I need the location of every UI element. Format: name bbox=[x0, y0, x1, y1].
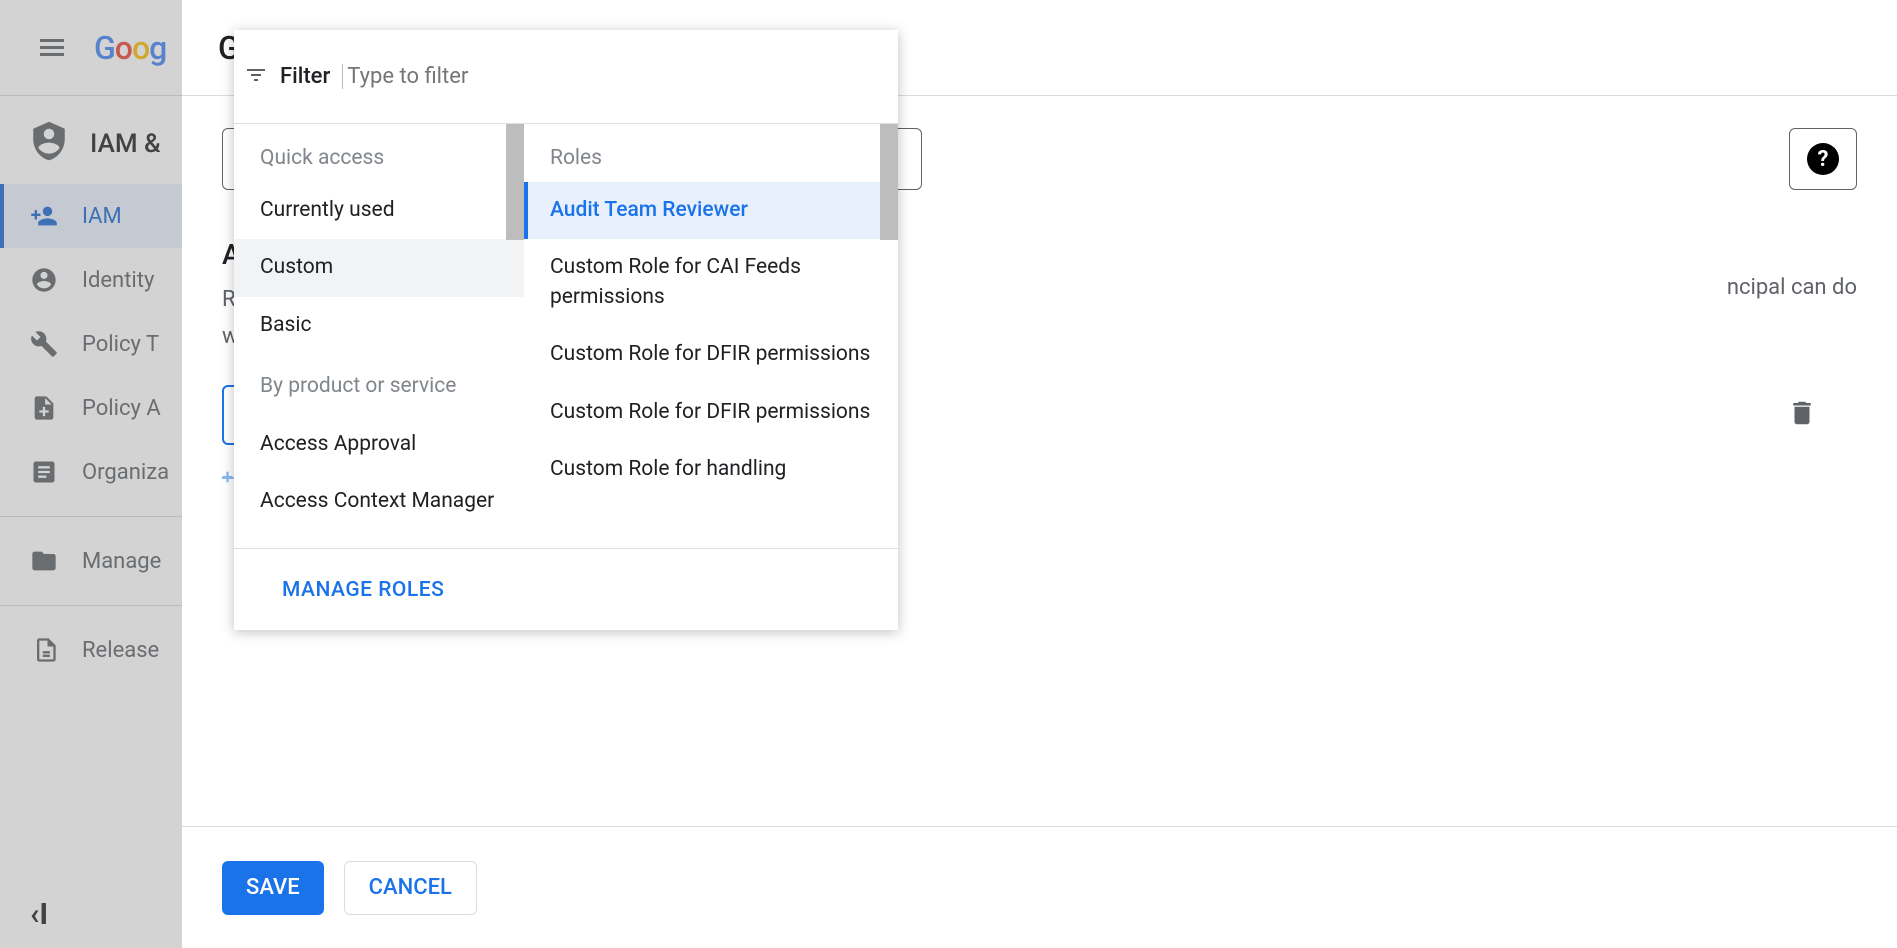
section-desc-right: ncipal can do bbox=[1727, 271, 1857, 353]
role-audit-team-reviewer[interactable]: Audit Team Reviewer bbox=[524, 182, 898, 239]
google-logo[interactable]: Goog bbox=[94, 29, 166, 67]
person-add-icon bbox=[30, 202, 58, 230]
category-column: Quick access Currently used Custom Basic… bbox=[234, 124, 524, 548]
hamburger-menu-button[interactable] bbox=[28, 24, 76, 72]
sidebar-item-manage[interactable]: Manage bbox=[0, 529, 182, 593]
category-custom[interactable]: Custom bbox=[234, 239, 524, 296]
product-header[interactable]: IAM & bbox=[0, 104, 182, 184]
by-product-header: By product or service bbox=[234, 354, 524, 415]
category-access-approval[interactable]: Access Approval bbox=[234, 416, 524, 473]
filter-row: Filter bbox=[234, 30, 898, 124]
role-dfir-1[interactable]: Custom Role for DFIR permissions bbox=[524, 326, 898, 383]
sidebar: IAM & IAM Identity Policy T Policy A Org… bbox=[0, 96, 182, 948]
policy-icon bbox=[30, 394, 58, 422]
sidebar-item-iam[interactable]: IAM bbox=[0, 184, 182, 248]
sidebar-label: Policy T bbox=[82, 332, 159, 357]
role-dfir-2[interactable]: Custom Role for DFIR permissions bbox=[524, 384, 898, 441]
article-icon bbox=[30, 458, 58, 486]
sidebar-divider bbox=[0, 605, 182, 606]
hamburger-icon bbox=[40, 35, 64, 60]
help-icon: ? bbox=[1807, 143, 1839, 175]
product-label: IAM & bbox=[90, 129, 161, 159]
shield-icon bbox=[28, 120, 70, 169]
footer: SAVE CANCEL bbox=[182, 826, 1897, 948]
collapse-sidebar-button[interactable]: ‹I bbox=[30, 897, 48, 932]
sidebar-item-release[interactable]: Release bbox=[0, 618, 182, 682]
sidebar-item-policy-a[interactable]: Policy A bbox=[0, 376, 182, 440]
save-button[interactable]: SAVE bbox=[222, 861, 324, 915]
cancel-button[interactable]: CANCEL bbox=[344, 861, 477, 915]
account-circle-icon bbox=[30, 266, 58, 294]
sidebar-label: Identity bbox=[82, 268, 154, 293]
plus-icon: + bbox=[222, 465, 234, 489]
filter-label: Filter bbox=[280, 64, 330, 89]
sidebar-label: Manage bbox=[82, 549, 161, 574]
trash-icon bbox=[1787, 398, 1817, 428]
sidebar-label: Organiza bbox=[82, 460, 169, 485]
sidebar-label: Policy A bbox=[82, 396, 161, 421]
dropdown-footer: MANAGE ROLES bbox=[234, 548, 898, 630]
sidebar-item-policy-t[interactable]: Policy T bbox=[0, 312, 182, 376]
manage-roles-link[interactable]: MANAGE ROLES bbox=[282, 578, 444, 602]
sidebar-item-identity[interactable]: Identity bbox=[0, 248, 182, 312]
category-basic[interactable]: Basic bbox=[234, 297, 524, 354]
quick-access-header: Quick access bbox=[234, 124, 524, 182]
help-button[interactable]: ? bbox=[1789, 128, 1857, 190]
category-currently-used[interactable]: Currently used bbox=[234, 182, 524, 239]
wrench-icon bbox=[30, 330, 58, 358]
role-cai-feeds[interactable]: Custom Role for CAI Feeds permissions bbox=[524, 239, 898, 326]
sidebar-label: IAM bbox=[82, 204, 122, 229]
notes-icon bbox=[30, 636, 58, 664]
sidebar-item-organization[interactable]: Organiza bbox=[0, 440, 182, 504]
role-handling[interactable]: Custom Role for handling bbox=[524, 441, 898, 498]
filter-input[interactable] bbox=[342, 64, 888, 89]
roles-column: Roles Audit Team Reviewer Custom Role fo… bbox=[524, 124, 898, 548]
sidebar-divider bbox=[0, 516, 182, 517]
roles-header: Roles bbox=[524, 124, 898, 182]
scrollbar[interactable] bbox=[880, 124, 898, 240]
sidebar-label: Release bbox=[82, 638, 159, 663]
filter-icon bbox=[244, 63, 268, 91]
role-dropdown: Filter Quick access Currently used Custo… bbox=[234, 30, 898, 630]
category-access-context-manager[interactable]: Access Context Manager bbox=[234, 473, 524, 530]
settings-folder-icon bbox=[30, 547, 58, 575]
scrollbar[interactable] bbox=[506, 124, 524, 240]
delete-role-button[interactable] bbox=[1787, 398, 1817, 432]
